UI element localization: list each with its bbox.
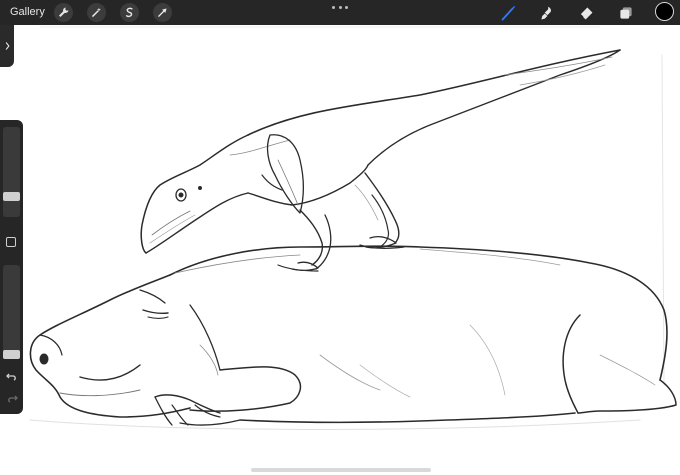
home-indicator xyxy=(251,468,431,472)
adjustments-button[interactable] xyxy=(87,3,106,22)
smudge-icon xyxy=(540,6,551,19)
sketch-artwork xyxy=(29,26,677,430)
actions-button[interactable] xyxy=(54,3,73,22)
smudge-tool-button[interactable] xyxy=(536,3,556,23)
chevron-right-icon xyxy=(5,42,10,50)
modify-button[interactable] xyxy=(6,237,16,247)
color-picker-button[interactable] xyxy=(655,2,674,21)
layers-button[interactable] xyxy=(616,3,636,23)
wrench-icon xyxy=(59,7,69,17)
brush-tool-button[interactable] xyxy=(498,3,518,23)
selection-icon xyxy=(125,7,133,18)
brush-opacity-handle[interactable] xyxy=(3,350,20,359)
redo-icon[interactable] xyxy=(5,391,19,405)
brush-opacity-slider[interactable] xyxy=(3,265,20,359)
transform-arrow-icon xyxy=(157,8,167,18)
drawing-canvas[interactable] xyxy=(0,25,680,475)
brush-size-slider[interactable] xyxy=(3,127,20,217)
brush-size-handle[interactable] xyxy=(3,191,20,201)
sidebar-toggle[interactable] xyxy=(0,25,14,67)
sidebar xyxy=(0,120,23,414)
selection-button[interactable] xyxy=(120,3,139,22)
magic-wand-icon xyxy=(91,7,102,18)
eraser-icon xyxy=(579,7,592,19)
eraser-tool-button[interactable] xyxy=(576,3,596,23)
transform-button[interactable] xyxy=(153,3,172,22)
undo-icon[interactable] xyxy=(5,369,19,383)
more-options-button[interactable] xyxy=(332,3,348,11)
gallery-button[interactable]: Gallery xyxy=(10,6,45,18)
top-toolbar: Gallery xyxy=(0,0,680,25)
brush-icon xyxy=(501,5,515,20)
layers-icon xyxy=(620,7,632,19)
